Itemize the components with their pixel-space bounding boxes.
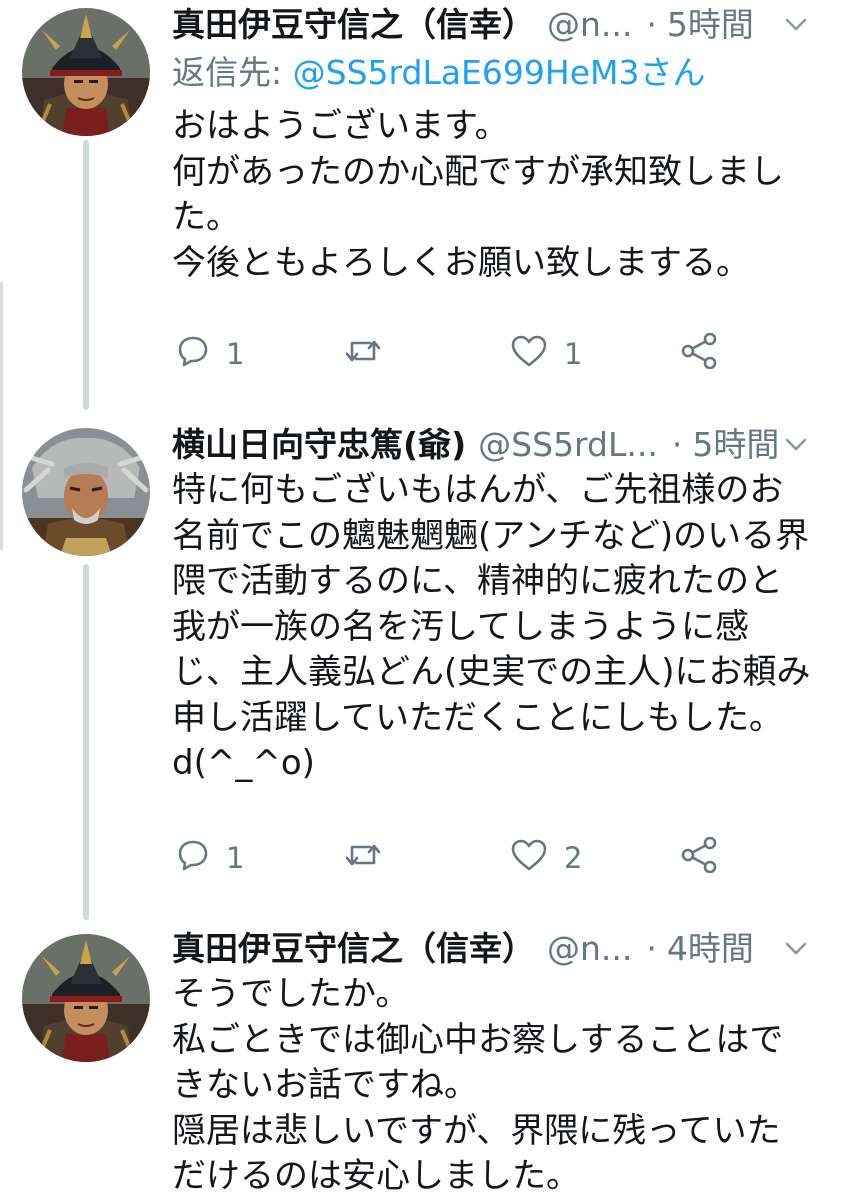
- like-button[interactable]: 2: [510, 838, 582, 879]
- tweet[interactable]: 真田伊豆守信之（信幸） @n... · 5時間 返信先: @SS5rdLaE69…: [0, 0, 849, 412]
- timestamp[interactable]: 4時間: [667, 924, 754, 974]
- like-icon: [510, 334, 548, 375]
- user-handle[interactable]: @n...: [547, 0, 632, 50]
- replying-to: 返信先: @SS5rdLaE699HeM3さん: [172, 50, 833, 96]
- tweet-text-line: そうでしたか。: [172, 974, 410, 1014]
- tweet[interactable]: 真田伊豆守信之（信幸） @n... · 4時間 そうでしたか。 私ごときでは御心…: [0, 920, 849, 1200]
- display-name[interactable]: 真田伊豆守信之（信幸）: [172, 0, 535, 50]
- thread-line: [83, 140, 89, 410]
- separator-dot: ·: [646, 929, 657, 968]
- tweet-text-line: 名前でこの魑魅魍魎(アンチなど)のいる界: [172, 515, 810, 556]
- tweet-text-line: 今後ともよろしくお願い致しまする。: [172, 242, 750, 283]
- reply-button[interactable]: 1: [176, 838, 244, 879]
- replying-to-handle[interactable]: @SS5rdLaE699HeM3さん: [293, 53, 706, 92]
- share-button[interactable]: [680, 332, 718, 376]
- chevron-down-icon[interactable]: [781, 10, 811, 40]
- tweet-text-line: おはようございます。: [172, 106, 509, 146]
- reply-button[interactable]: 1: [176, 334, 244, 375]
- avatar[interactable]: [22, 934, 150, 1062]
- tweet-text-line: 何があったのか心配ですが承知致しまし: [172, 151, 784, 192]
- user-handle[interactable]: @n...: [547, 924, 632, 974]
- tweet-header: 横山日向守忠篤(爺) @SS5rdL... · 5時間: [172, 420, 833, 470]
- avatar[interactable]: [22, 428, 150, 556]
- timestamp[interactable]: 5時間: [692, 420, 779, 470]
- tweet-text-line: だけるのは安心しました。: [172, 1156, 580, 1196]
- avatar[interactable]: [22, 8, 150, 136]
- like-count: 2: [564, 841, 583, 875]
- retweet-button[interactable]: [344, 839, 398, 878]
- chevron-down-icon[interactable]: [781, 934, 811, 964]
- retweet-icon: [344, 335, 382, 374]
- reply-icon: [176, 334, 210, 375]
- like-icon: [510, 838, 548, 879]
- like-button[interactable]: 1: [510, 334, 582, 375]
- tweet-text: そうでしたか。 私ごときでは御心中お察しすることはで きないお話ですね。 隠居は…: [172, 972, 833, 1200]
- tweet-text-line: 特に何もございもはんが、ご先祖様のお: [172, 470, 784, 510]
- share-button[interactable]: [680, 836, 718, 880]
- tweet-actions: 1 2: [172, 836, 732, 880]
- timestamp[interactable]: 5時間: [667, 0, 754, 50]
- replying-label: 返信先:: [172, 53, 283, 92]
- tweet-text-line: た。: [172, 197, 240, 237]
- reply-count: 1: [226, 337, 245, 371]
- retweet-button[interactable]: [344, 335, 398, 374]
- thread-line: [83, 564, 89, 920]
- reply-count: 1: [226, 841, 245, 875]
- tweet-header: 真田伊豆守信之（信幸） @n... · 5時間: [172, 0, 833, 50]
- tweet-text: 特に何もございもはんが、ご先祖様のお 名前でこの魑魅魍魎(アンチなど)のいる界 …: [172, 468, 833, 787]
- share-icon: [680, 836, 718, 880]
- display-name[interactable]: 横山日向守忠篤(爺): [172, 420, 466, 470]
- tweet-text-line: 隠居は悲しいですが、界隈に残っていた: [172, 1110, 781, 1151]
- separator-dot: ·: [646, 5, 657, 44]
- chevron-down-icon[interactable]: [781, 430, 811, 460]
- retweet-icon: [344, 839, 382, 878]
- tweet-text-line: 隈で活動するのに、精神的に疲れたのと: [172, 561, 783, 601]
- display-name[interactable]: 真田伊豆守信之（信幸）: [172, 924, 535, 974]
- reply-icon: [176, 838, 210, 879]
- like-count: 1: [564, 337, 583, 371]
- user-handle[interactable]: @SS5rdL...: [478, 420, 658, 470]
- share-icon: [680, 332, 718, 376]
- tweet-text-line: d(^_^o): [172, 743, 315, 783]
- tweet-text: おはようございます。 何があったのか心配ですが承知致しまし た。 今後ともよろし…: [172, 104, 833, 286]
- tweet-text-line: きないお話ですね。: [172, 1065, 478, 1105]
- tweet-text-line: じ、主人義弘どん(史実での主人)にお頼み: [172, 652, 811, 692]
- separator-dot: ·: [671, 425, 683, 464]
- tweet[interactable]: 横山日向守忠篤(爺) @SS5rdL... · 5時間 特に何もございもはんが、…: [0, 412, 849, 920]
- tweet-text-line: 我が一族の名を汚してしまうように感: [172, 606, 749, 647]
- tweet-actions: 1 1: [172, 332, 732, 376]
- tweet-text-line: 申し活躍していただくことにしもした。: [172, 697, 783, 738]
- tweet-header: 真田伊豆守信之（信幸） @n... · 4時間: [172, 924, 833, 974]
- tweet-text-line: 私ごときでは御心中お察しすることはで: [172, 1019, 784, 1060]
